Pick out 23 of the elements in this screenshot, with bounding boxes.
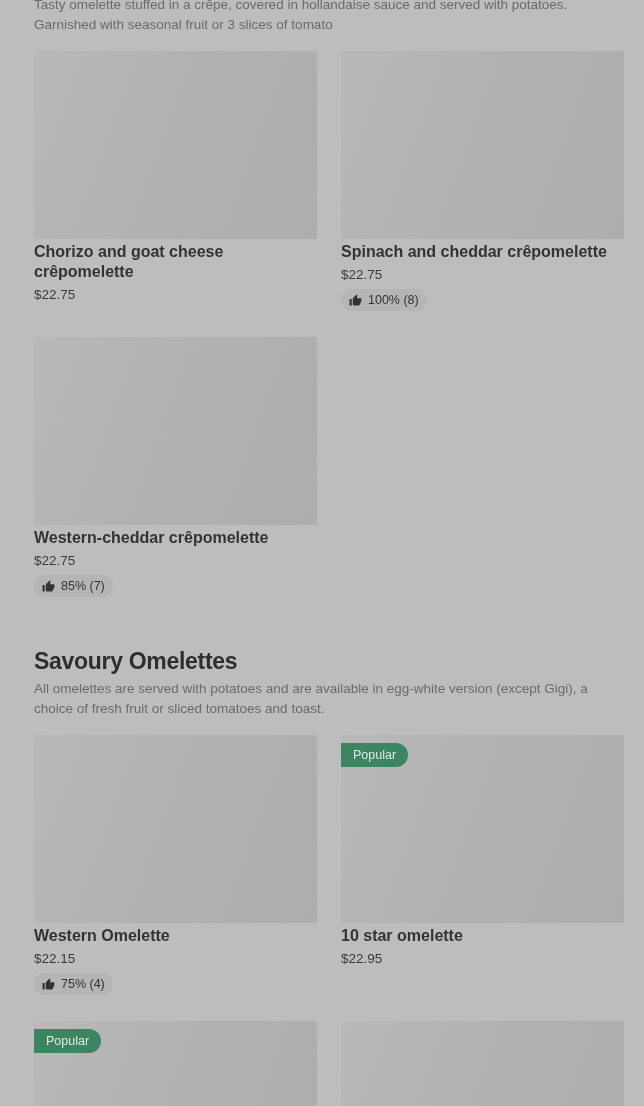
item-name[interactable]: Western Omelette xyxy=(34,926,170,946)
rating-text: 100% (8) xyxy=(368,293,419,307)
popular-badge: Popular xyxy=(34,1029,102,1053)
item-name[interactable]: Chorizo and goat cheese crêpomelette xyxy=(34,242,317,282)
item-price: $22.75 xyxy=(34,552,76,570)
thumbs-up-icon xyxy=(42,579,55,593)
item-name[interactable]: 10 star omelette xyxy=(341,926,463,946)
thumbs-up-icon xyxy=(42,977,55,991)
image-placeholder[interactable]: Popular xyxy=(341,735,624,923)
section-description: Tasty omelette stuffed in a crêpe, covered in hollandaise sauce and served with potatoes. Garnished with seasonal fruit or 3 slices of tomato xyxy=(34,0,569,34)
item-price: $22.75 xyxy=(34,286,76,304)
item-name[interactable]: Western-cheddar crêpomelette xyxy=(34,528,269,548)
item-price: $22.95 xyxy=(341,950,383,968)
rating-text: 75% (4) xyxy=(61,977,105,991)
section-title: Savoury Omelettes xyxy=(34,647,239,675)
item-price: $22.15 xyxy=(34,950,76,968)
item-name[interactable]: Spinach and cheddar crêpomelette xyxy=(341,242,607,262)
section-description: All omelettes are served with potatoes and are available in egg-white version (except Gigi), a choice of fresh fruit or sliced tomatoes and toast. xyxy=(34,680,589,718)
rating-text: 85% (7) xyxy=(61,579,105,593)
image-placeholder[interactable]: Popular xyxy=(34,1021,317,1106)
item-price: $22.75 xyxy=(341,266,383,284)
popular-badge: Popular xyxy=(341,743,409,767)
thumbs-up-icon xyxy=(349,293,362,307)
